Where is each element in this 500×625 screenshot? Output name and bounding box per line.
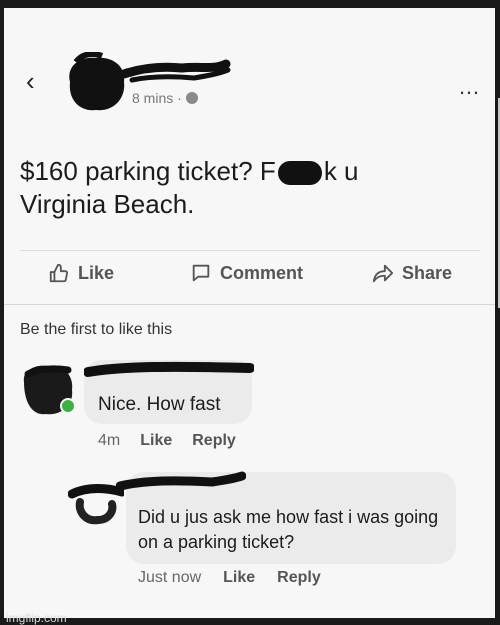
- post-text: $160 parking ticket? F k u Virginia Beach…: [20, 155, 460, 221]
- like-button[interactable]: Like: [48, 262, 114, 284]
- globe-icon: [185, 92, 198, 104]
- comment-time: 4m: [98, 432, 121, 449]
- redacted-name[interactable]: [122, 58, 232, 88]
- comment-reply-button[interactable]: Reply: [192, 432, 236, 450]
- post-meta: 8 mins ·: [132, 90, 198, 106]
- comment-meta: 4m Like Reply: [98, 432, 236, 450]
- comment-icon: [192, 264, 210, 282]
- comment-like-button[interactable]: Like: [223, 569, 255, 587]
- share-arrow-icon: [372, 264, 394, 283]
- more-options-icon[interactable]: …: [458, 76, 481, 98]
- like-label: Like: [78, 262, 115, 283]
- likes-summary: Be the first to like this: [20, 321, 173, 338]
- redacted-name[interactable]: [116, 470, 246, 496]
- online-status-dot: [60, 398, 76, 414]
- post-time: 8 mins ·: [132, 90, 182, 106]
- post-text-line2: Virginia Beach.: [20, 189, 195, 219]
- thumbs-up-icon: [49, 263, 69, 283]
- post-text-line1-start: $160 parking ticket? F: [20, 156, 276, 186]
- comment-meta: Just now Like Reply: [138, 569, 321, 587]
- comment-button[interactable]: Comment: [190, 262, 303, 284]
- post-actions: Like Comment Share: [4, 262, 495, 292]
- divider: [20, 250, 480, 251]
- share-button[interactable]: Share: [372, 262, 452, 284]
- comment-reply-button[interactable]: Reply: [277, 569, 321, 587]
- post-screenshot: ‹ 8 mins · … $160 parking ticket? F k u V…: [4, 8, 500, 618]
- back-chevron-icon[interactable]: ‹: [26, 68, 35, 94]
- comment-text: Nice. How fast: [98, 394, 221, 415]
- comment-like-button[interactable]: Like: [140, 432, 172, 450]
- comment-text: Did u jus ask me how fast i was going on…: [138, 507, 439, 552]
- imgflip-watermark: imgflip.com: [6, 611, 67, 625]
- comment-label: Comment: [220, 262, 304, 283]
- divider: [4, 304, 495, 305]
- censor-mark: [277, 161, 322, 186]
- share-label: Share: [402, 262, 453, 283]
- comment-time: Just now: [138, 569, 202, 586]
- redacted-name[interactable]: [84, 360, 254, 382]
- post-text-line1-end: k u: [323, 156, 359, 186]
